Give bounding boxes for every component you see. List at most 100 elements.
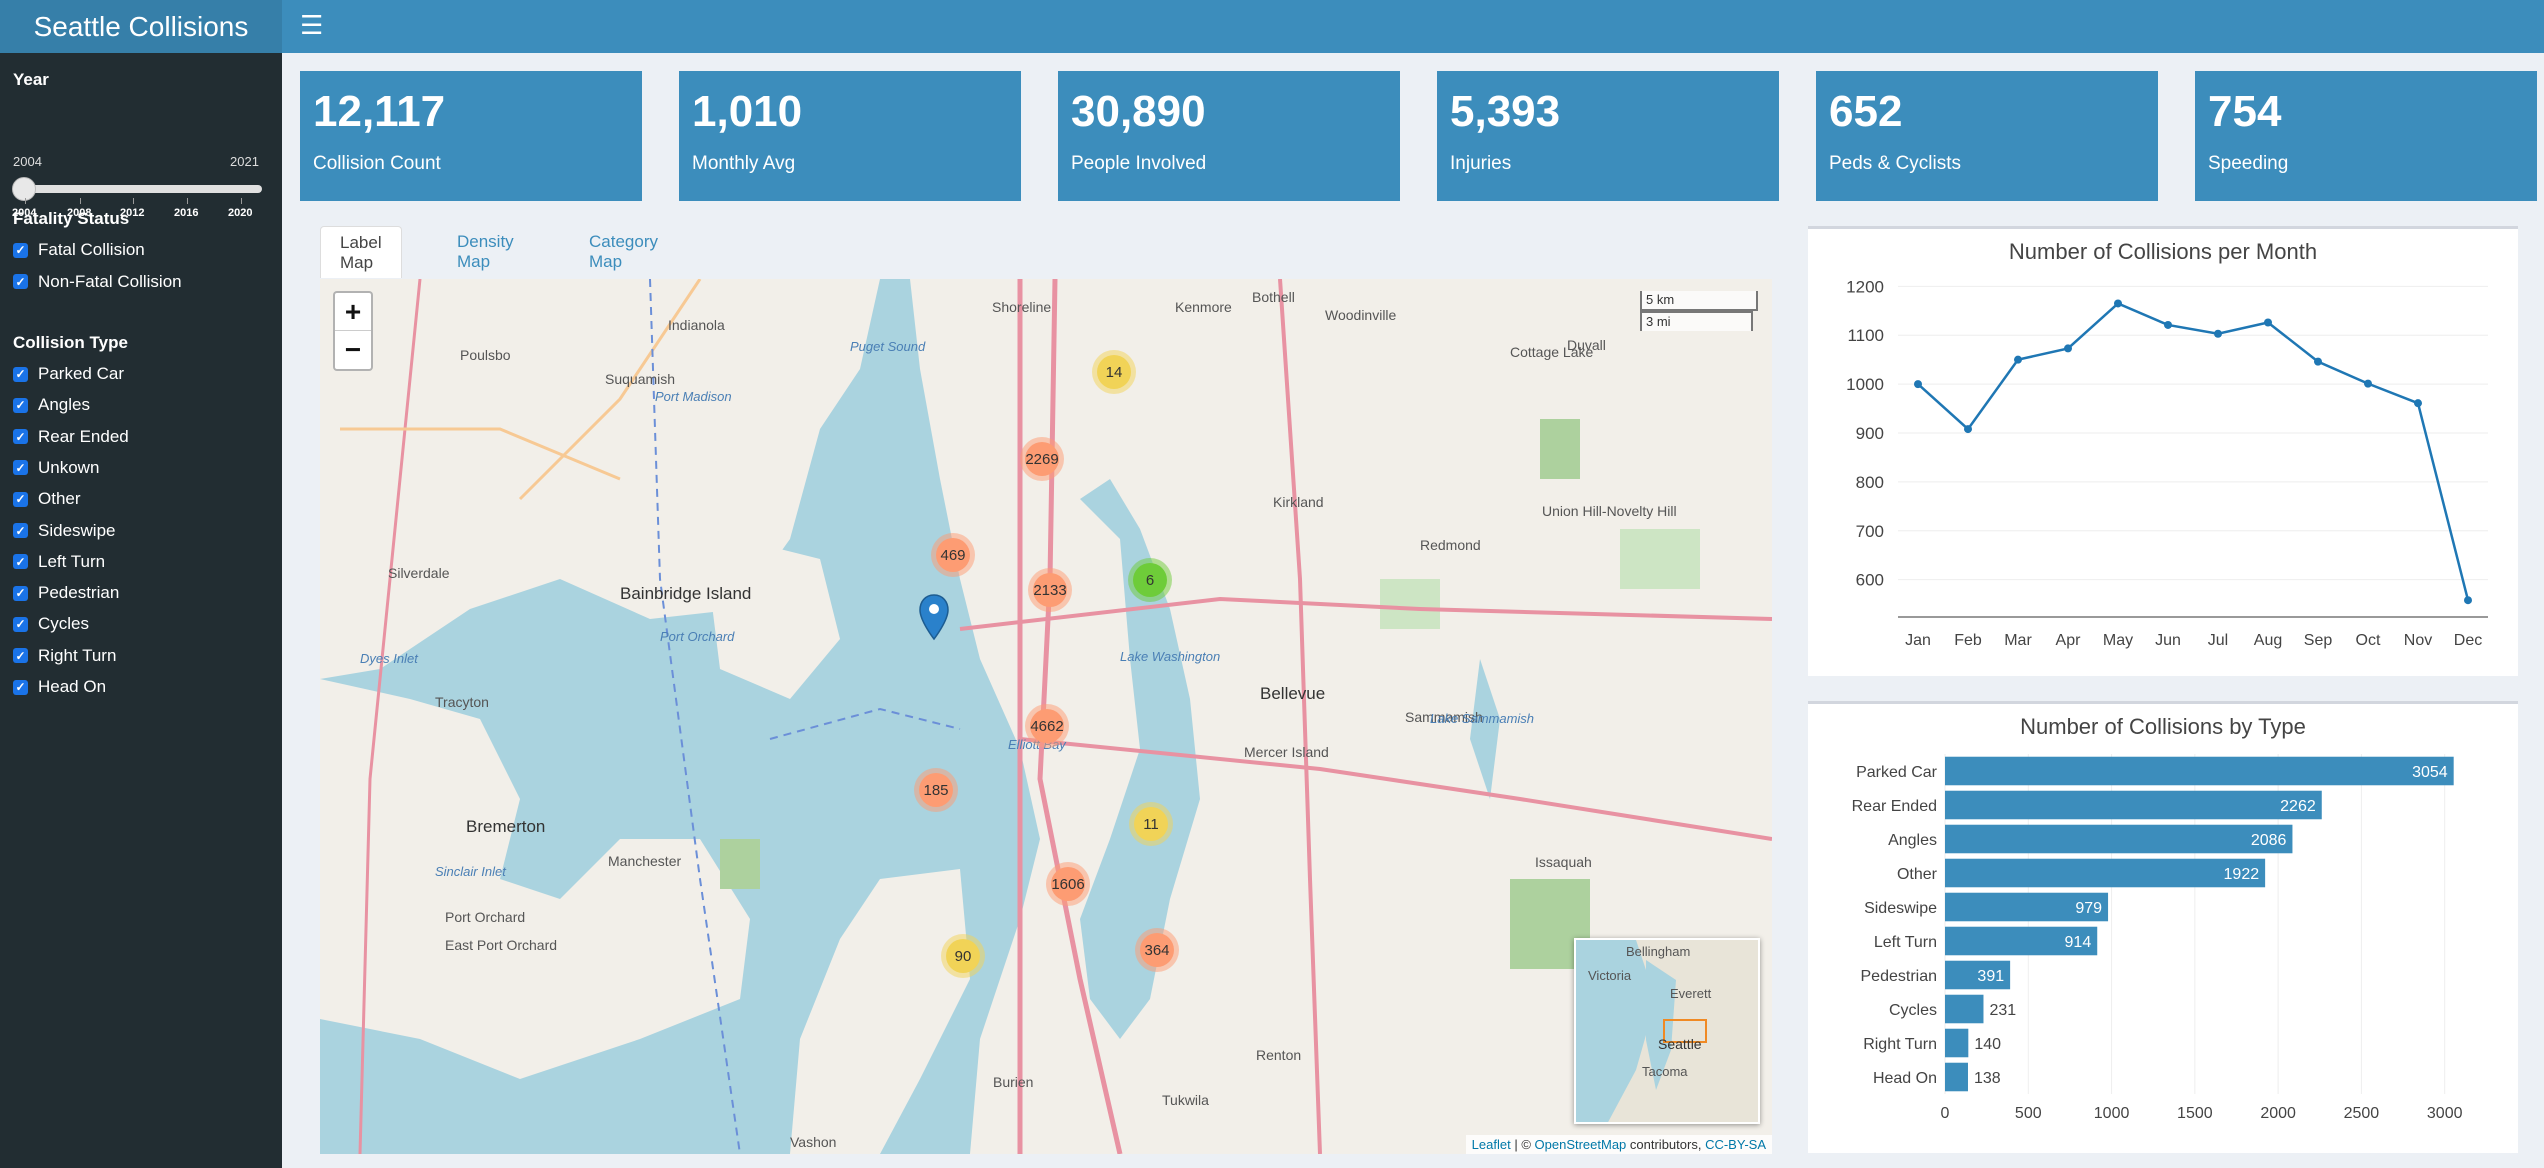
line-point[interactable] <box>2464 596 2472 605</box>
map-place-label: Issaquah <box>1535 854 1592 870</box>
collision-type-checkbox-row[interactable]: ✓ Left Turn <box>13 552 105 572</box>
collision-type-checkbox-row[interactable]: ✓ Unkown <box>13 458 99 478</box>
collision-type-checkbox-row[interactable]: ✓ Head On <box>13 677 106 697</box>
monthly-collisions-line <box>1917 301 2470 601</box>
bar-value-label: 140 <box>1974 1036 2001 1053</box>
checkbox-checked-icon[interactable]: ✓ <box>13 648 28 664</box>
line-point[interactable] <box>2114 299 2122 308</box>
minimap[interactable]: Bellingham Victoria Everett Seattle Taco… <box>1574 938 1760 1124</box>
category-label: Head On <box>1873 1070 1937 1087</box>
line-point[interactable] <box>2164 320 2172 329</box>
license-link[interactable]: CC-BY-SA <box>1705 1137 1766 1152</box>
line-point[interactable] <box>1914 380 1922 389</box>
checkbox-checked-icon[interactable]: ✓ <box>13 523 28 538</box>
category-label: Angles <box>1888 832 1937 849</box>
year-slider-min-label: 2004 <box>13 154 42 169</box>
collision-type-checkbox-row[interactable]: ✓ Rear Ended <box>13 427 129 447</box>
collision-type-checkbox-row[interactable]: ✓ Other <box>13 489 81 509</box>
collision-type-checkbox-label: Angles <box>38 395 90 415</box>
cluster-marker[interactable]: 14 <box>1092 350 1136 394</box>
line-chart-svg: 600 700 800 900 1000 1100 1200 Jan Feb Mar Apr May J… <box>1846 277 2488 649</box>
minimap-label: Bellingham <box>1626 944 1691 959</box>
map-place-label: Dyes Inlet <box>360 651 418 666</box>
type-bar[interactable] <box>1945 1028 1969 1058</box>
cluster-marker[interactable]: 364 <box>1135 928 1179 972</box>
bar-value-label: 979 <box>2075 900 2102 917</box>
value-box-number: 5,393 <box>1450 87 1561 136</box>
map-marker-icon[interactable] <box>918 593 950 643</box>
checkbox-checked-icon[interactable]: ✓ <box>13 460 28 476</box>
checkbox-checked-icon[interactable]: ✓ <box>13 491 28 507</box>
collision-type-checkbox-row[interactable]: ✓ Pedestrian <box>13 583 119 603</box>
fatality-status-title: Fatality Status <box>13 209 130 228</box>
collision-type-checkbox-row[interactable]: ✓ Angles <box>13 395 90 415</box>
value-box-label: Peds & Cyclists <box>1829 153 1961 174</box>
line-point[interactable] <box>2414 399 2422 408</box>
cluster-marker[interactable]: 90 <box>941 934 985 978</box>
x-tick-label: 3000 <box>2427 1105 2463 1122</box>
checkbox-checked-icon[interactable]: ✓ <box>13 242 28 258</box>
line-point[interactable] <box>2014 355 2022 364</box>
line-point[interactable] <box>1964 425 1972 434</box>
map-place-label: Puget Sound <box>850 339 926 354</box>
checkbox-checked-icon[interactable]: ✓ <box>13 429 28 445</box>
tab-category-map[interactable]: Category Map <box>570 226 677 278</box>
checkbox-checked-icon[interactable]: ✓ <box>13 616 28 632</box>
line-point[interactable] <box>2314 357 2322 366</box>
value-box-label: Speeding <box>2208 153 2289 174</box>
line-point[interactable] <box>2214 329 2222 338</box>
year-slider-handle[interactable] <box>12 177 36 201</box>
collision-type-checkbox-label: Parked Car <box>38 364 124 383</box>
cluster-marker[interactable]: 185 <box>914 768 958 812</box>
cluster-marker[interactable]: 1606 <box>1046 862 1090 906</box>
fatality-checkbox-row[interactable]: ✓ Non-Fatal Collision <box>13 272 182 292</box>
x-tick-label: Aug <box>2254 632 2282 649</box>
cluster-marker[interactable]: 469 <box>931 533 975 577</box>
osm-link[interactable]: OpenStreetMap <box>1535 1137 1627 1152</box>
tab-label-map[interactable]: Label Map <box>320 226 402 278</box>
checkbox-checked-icon[interactable]: ✓ <box>13 366 28 382</box>
checkbox-checked-icon[interactable]: ✓ <box>13 554 28 570</box>
value-box: 754 Speeding <box>2195 71 2537 201</box>
checkbox-checked-icon[interactable]: ✓ <box>13 585 28 601</box>
line-point[interactable] <box>2264 318 2272 327</box>
line-point[interactable] <box>2364 379 2372 388</box>
cluster-marker[interactable]: 11 <box>1129 802 1173 846</box>
zoom-in-button[interactable]: + <box>335 293 371 331</box>
cluster-count: 6 <box>1133 563 1167 597</box>
collision-type-checkbox-label: Rear Ended <box>38 426 129 446</box>
year-title: Year <box>13 70 49 89</box>
map-place-label: Silverdale <box>388 565 450 581</box>
zoom-out-button[interactable]: − <box>335 331 371 369</box>
collision-type-checkbox-row[interactable]: ✓ Parked Car <box>13 364 124 384</box>
cluster-marker[interactable]: 2133 <box>1028 568 1072 612</box>
hamburger-icon[interactable]: ☰ <box>300 10 330 40</box>
year-tick-mark <box>187 198 188 204</box>
app-title: Seattle Collisions <box>0 0 282 53</box>
collision-map[interactable]: Shoreline Kenmore Bothell Woodinville Indian… <box>320 279 1772 1154</box>
cluster-marker[interactable]: 6 <box>1128 558 1172 602</box>
year-slider-track[interactable] <box>24 185 262 193</box>
fatality-checkbox-row[interactable]: ✓ Fatal Collision <box>13 240 145 260</box>
checkbox-checked-icon[interactable]: ✓ <box>13 274 28 289</box>
type-bar[interactable] <box>1945 1062 1968 1092</box>
type-bar[interactable] <box>1945 858 2266 888</box>
cluster-count: 90 <box>946 939 980 973</box>
leaflet-link[interactable]: Leaflet <box>1472 1137 1511 1152</box>
checkbox-checked-icon[interactable]: ✓ <box>13 397 28 413</box>
type-bar[interactable] <box>1945 994 1984 1024</box>
collision-type-checkbox-row[interactable]: ✓ Cycles <box>13 614 89 634</box>
attribution-contributors: contributors, <box>1626 1137 1706 1152</box>
type-bar[interactable] <box>1945 824 2293 854</box>
type-bar[interactable] <box>1945 790 2322 820</box>
type-bar[interactable] <box>1945 756 2454 786</box>
checkbox-checked-icon[interactable]: ✓ <box>13 679 28 695</box>
line-point[interactable] <box>2064 344 2072 353</box>
tab-density-map[interactable]: Density Map <box>438 226 533 278</box>
y-tick-label: 1100 <box>1847 326 1884 345</box>
bar-value-label: 138 <box>1974 1070 2001 1087</box>
collision-type-checkbox-row[interactable]: ✓ Sideswipe <box>13 521 116 541</box>
cluster-marker[interactable]: 2269 <box>1020 437 1064 481</box>
collision-type-checkbox-row[interactable]: ✓ Right Turn <box>13 646 116 666</box>
cluster-marker[interactable]: 4662 <box>1025 704 1069 748</box>
